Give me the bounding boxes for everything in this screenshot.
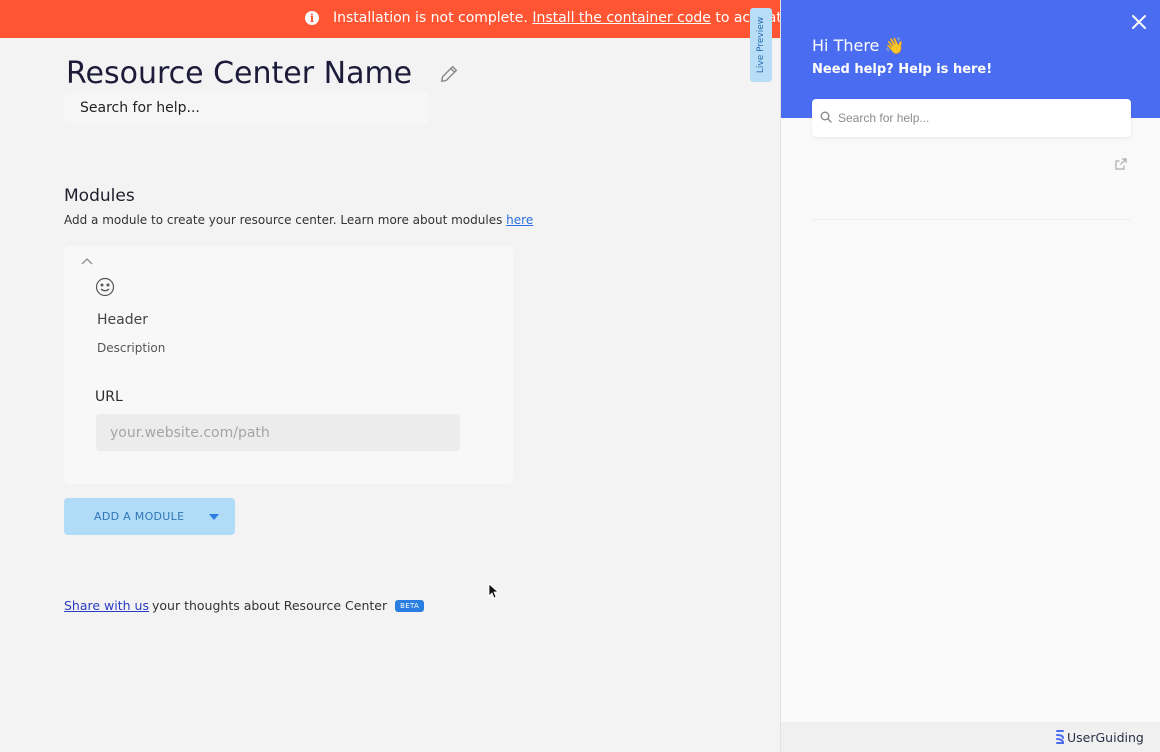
- search-input[interactable]: [64, 92, 428, 124]
- banner-text: Installation is not complete.: [333, 10, 528, 26]
- userguiding-logo-icon: [1056, 730, 1065, 744]
- close-icon[interactable]: [1131, 14, 1147, 30]
- help-search-box[interactable]: [812, 99, 1131, 137]
- module-card: Header Description URL: [64, 246, 513, 484]
- help-panel-footer: UserGuiding: [781, 722, 1160, 752]
- live-preview-label: Live Preview: [756, 16, 766, 74]
- feedback-text: your thoughts about Resource Center: [151, 598, 388, 613]
- resource-center-preview-panel: Hi There 👋 Need help? Help is here! User…: [780, 0, 1160, 752]
- share-with-us-link[interactable]: Share with us: [64, 598, 149, 613]
- userguiding-logo[interactable]: UserGuiding: [1055, 729, 1144, 745]
- url-label: URL: [95, 389, 123, 405]
- mouse-pointer-icon: [488, 583, 498, 599]
- url-input[interactable]: [96, 414, 460, 451]
- search-icon: [820, 111, 832, 123]
- modules-heading: Modules: [64, 186, 135, 206]
- external-link-icon[interactable]: [1114, 157, 1128, 171]
- info-icon: i: [305, 11, 319, 25]
- resource-center-title: Resource Center Name: [66, 56, 413, 91]
- add-module-button[interactable]: ADD A MODULE: [64, 498, 235, 535]
- modules-learn-more-link[interactable]: here: [506, 213, 533, 227]
- live-preview-tab[interactable]: Live Preview: [750, 8, 772, 82]
- feedback-row: Share with us your thoughts about Resour…: [64, 598, 425, 613]
- help-subtitle: Need help? Help is here!: [812, 62, 993, 77]
- modules-description-text: Add a module to create your resource cen…: [64, 213, 503, 227]
- module-description-field[interactable]: Description: [97, 341, 397, 355]
- userguiding-brand-text: UserGuiding: [1067, 729, 1144, 745]
- modules-description: Add a module to create your resource cen…: [64, 213, 533, 227]
- help-divider: [812, 219, 1131, 220]
- pencil-edit-icon[interactable]: [438, 63, 460, 85]
- install-container-link[interactable]: Install the container code: [532, 10, 711, 26]
- help-search-input[interactable]: [838, 99, 1123, 137]
- help-greeting: Hi There 👋: [812, 36, 905, 55]
- installation-banner: i Installation is not complete. Install …: [0, 0, 780, 38]
- beta-badge: BETA: [395, 599, 425, 612]
- add-module-label: ADD A MODULE: [94, 510, 185, 523]
- caret-down-icon[interactable]: [209, 514, 219, 520]
- module-header-field[interactable]: Header: [97, 312, 397, 328]
- chevron-up-icon[interactable]: [80, 256, 94, 266]
- smiley-icon[interactable]: [95, 277, 115, 297]
- banner-content: i Installation is not complete. Install …: [305, 10, 780, 26]
